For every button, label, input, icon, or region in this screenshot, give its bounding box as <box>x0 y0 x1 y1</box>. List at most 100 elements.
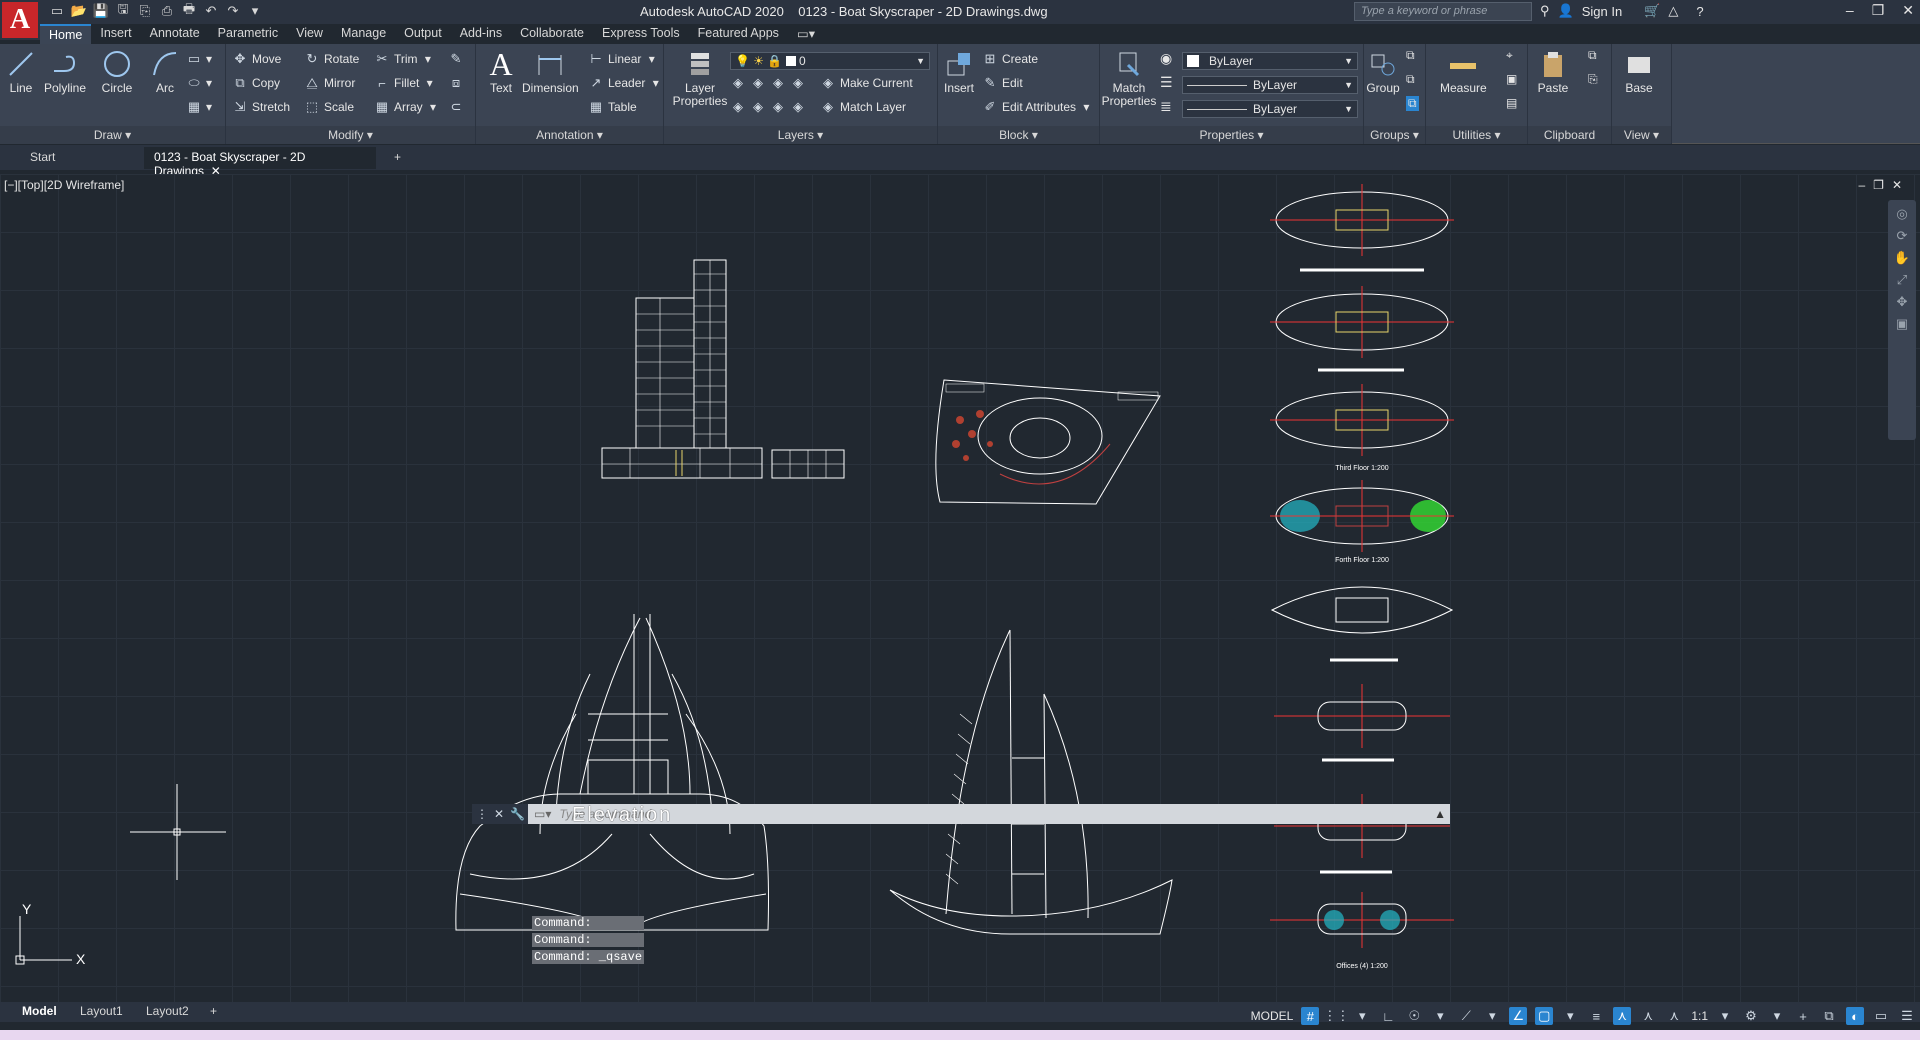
block-panel-title[interactable]: Block ▾ <box>938 126 1099 144</box>
linetype-icon[interactable]: ☰ <box>1160 74 1173 91</box>
tab-featured-apps[interactable]: Featured Apps <box>689 24 788 44</box>
grip-icon[interactable]: ⋮ <box>476 807 488 821</box>
snap-icon[interactable]: ⋮⋮ <box>1323 1007 1349 1025</box>
array-button[interactable]: ▦ Array ▾ <box>374 96 436 118</box>
mirror-button[interactable]: ⧋ Mirror <box>304 72 355 94</box>
create-block-button[interactable]: ⊞ Create <box>982 48 1038 70</box>
open-icon[interactable]: 📂 <box>70 2 88 20</box>
polyline-button[interactable]: Polyline <box>44 48 86 95</box>
save-as-icon[interactable]: 🖫 <box>114 1 132 20</box>
object-snap-menu-icon[interactable]: ▾ <box>1561 1007 1579 1025</box>
copy-button[interactable]: ⧉ Copy <box>232 72 280 94</box>
group-edit-icon[interactable]: ⧉ <box>1406 72 1415 87</box>
minimize-icon[interactable]: – <box>1846 2 1854 19</box>
match-layer-button[interactable]: ◈ Match Layer <box>820 96 906 118</box>
isodraft-icon[interactable]: ⟋ <box>1457 1007 1475 1025</box>
command-input[interactable]: ▭▾ Type a command Elevation ▲ <box>528 804 1450 826</box>
customization-menu-icon[interactable]: ☰ <box>1898 1007 1916 1025</box>
linetype-dropdown[interactable]: ByLayer ▼ <box>1182 76 1358 94</box>
command-expand-icon[interactable]: ▲ <box>1434 807 1446 821</box>
workspace-gear-icon[interactable]: ⚙ <box>1742 1007 1760 1025</box>
text-button[interactable]: A Text <box>484 48 518 95</box>
layer-properties-button[interactable]: Layer Properties <box>668 48 732 108</box>
layer-isolate-icon[interactable]: ◈ <box>750 75 766 91</box>
drawing-canvas[interactable]: [−][Top][2D Wireframe] – ❐ ✕ ◎ ⟳ ✋ ⤢ ✥ ▣ <box>0 174 1920 1002</box>
active-document-tab[interactable]: 0123 - Boat Skyscraper - 2D Drawings ✕ <box>144 147 376 178</box>
edit-attributes-button[interactable]: ✐ Edit Attributes ▾ <box>982 96 1090 118</box>
layer-unlock-icon[interactable]: ◈ <box>790 99 806 115</box>
linear-button[interactable]: ⊢ Linear ▾ <box>588 48 654 70</box>
object-snap-icon[interactable]: ▢ <box>1535 1007 1554 1025</box>
tab-view[interactable]: View <box>287 24 332 44</box>
ellipse-button[interactable]: ⬭ ▾ <box>186 72 212 94</box>
tab-add-ins[interactable]: Add-ins <box>451 24 511 44</box>
annotation-monitor-icon[interactable]: + <box>1794 1007 1812 1025</box>
close-icon[interactable]: ✕ <box>1902 2 1914 19</box>
scale-menu-icon[interactable]: ▾ <box>1716 1007 1734 1025</box>
new-tab-button[interactable]: + <box>384 147 411 169</box>
rotate-button[interactable]: ↻ Rotate <box>304 48 360 70</box>
quick-select-icon[interactable]: ⌖ <box>1506 48 1513 63</box>
application-menu-button[interactable]: A <box>0 0 40 40</box>
view-panel-title[interactable]: View ▾ <box>1612 126 1671 144</box>
base-button[interactable]: Base <box>1622 48 1656 95</box>
trim-button[interactable]: ✂ Trim ▾ <box>374 48 431 70</box>
lineweight-icon[interactable]: ≣ <box>1160 98 1172 115</box>
polar-menu-icon[interactable]: ▾ <box>1431 1007 1449 1025</box>
rectangle-button[interactable]: ▭ ▾ <box>186 48 212 70</box>
undo-icon[interactable]: ↶ <box>202 2 220 20</box>
close-command-icon[interactable]: ✕ <box>494 807 504 821</box>
lineweight-dropdown[interactable]: ByLayer ▼ <box>1182 100 1358 118</box>
isolate-objects-icon[interactable]: ◐ <box>1846 1007 1864 1025</box>
open-web-icon[interactable]: ⎘ <box>136 2 154 20</box>
save-web-icon[interactable]: ⎙ <box>158 2 176 20</box>
layer-freeze-icon[interactable]: ◈ <box>770 75 786 91</box>
tab-annotate[interactable]: Annotate <box>141 24 209 44</box>
annotation-scale-value[interactable]: 1:1 <box>1691 1009 1708 1023</box>
stretch-button[interactable]: ⇲ Stretch <box>232 96 290 118</box>
layer-thaw-icon[interactable]: ◈ <box>770 99 786 115</box>
layer-lock-icon[interactable]: ◈ <box>790 75 806 91</box>
workspace-menu-icon[interactable]: ▾ <box>1768 1007 1786 1025</box>
model-tab[interactable]: Model <box>22 1004 57 1018</box>
groups-panel-title[interactable]: Groups ▾ <box>1364 126 1425 144</box>
customize-qat-icon[interactable]: ▾ <box>246 2 264 20</box>
add-layout-icon[interactable]: + <box>210 1004 217 1018</box>
tab-home[interactable]: Home <box>40 24 92 44</box>
scale-button[interactable]: ⬚ Scale <box>304 96 354 118</box>
tab-manage[interactable]: Manage <box>332 24 395 44</box>
redo-icon[interactable]: ↷ <box>224 2 242 20</box>
ortho-icon[interactable]: ∟ <box>1379 1007 1397 1025</box>
plot-icon[interactable]: 🖶 <box>180 1 198 20</box>
search-input[interactable]: Type a keyword or phrase <box>1354 2 1532 21</box>
tab-insert[interactable]: Insert <box>91 24 140 44</box>
circle-button[interactable]: Circle <box>100 48 134 95</box>
binoculars-icon[interactable]: ⚲ <box>1540 3 1550 19</box>
user-icon[interactable]: 👤 <box>1558 3 1574 19</box>
utilities-panel-title[interactable]: Utilities ▾ <box>1426 126 1527 144</box>
line-button[interactable]: Line <box>4 48 38 95</box>
make-current-button[interactable]: ◈ Make Current <box>820 72 913 94</box>
copy-clip-icon[interactable]: ⧉ <box>1588 48 1597 63</box>
group-button[interactable]: Group <box>1366 48 1400 95</box>
layout1-tab[interactable]: Layout1 <box>80 1004 123 1018</box>
autodesk-icon[interactable]: △ <box>1668 3 1678 19</box>
tab-collaborate[interactable]: Collaborate <box>511 24 593 44</box>
edit-block-button[interactable]: ✎ Edit <box>982 72 1023 94</box>
annotation-panel-title[interactable]: Annotation ▾ <box>476 126 663 144</box>
cart-icon[interactable]: 🛒 <box>1644 3 1660 19</box>
restore-icon[interactable]: ❐ <box>1872 2 1885 19</box>
layer-unisolate-icon[interactable]: ◈ <box>750 99 766 115</box>
customize-wrench-icon[interactable]: 🔧 <box>510 807 525 821</box>
ungroup-icon[interactable]: ⧉ <box>1406 48 1415 63</box>
new-icon[interactable]: ▭ <box>48 2 66 20</box>
tab-parametric[interactable]: Parametric <box>209 24 287 44</box>
snap-menu-icon[interactable]: ▾ <box>1353 1007 1371 1025</box>
isodraft-menu-icon[interactable]: ▾ <box>1483 1007 1501 1025</box>
annotation-visibility-icon[interactable]: ⋏ <box>1613 1007 1632 1025</box>
paste-button[interactable]: Paste <box>1536 48 1570 95</box>
fillet-button[interactable]: ⌐ Fillet ▾ <box>374 72 433 94</box>
table-button[interactable]: ▦ Table <box>588 96 637 118</box>
group-select-icon[interactable]: ⧉ <box>1406 96 1419 111</box>
grid-icon[interactable]: # <box>1301 1007 1320 1025</box>
